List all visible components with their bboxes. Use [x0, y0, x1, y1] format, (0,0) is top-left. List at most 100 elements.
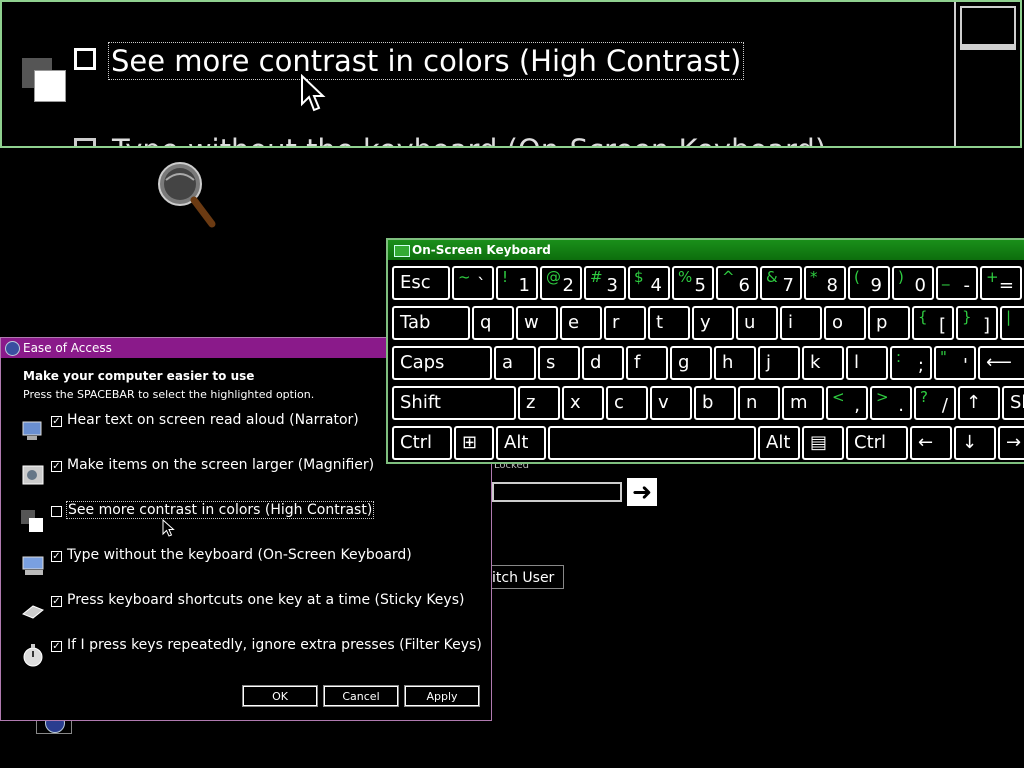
key-i[interactable]: i: [780, 306, 822, 340]
key-z[interactable]: z: [518, 386, 560, 420]
key-label: ;: [917, 355, 924, 376]
key-a[interactable]: a: [494, 346, 536, 380]
ok-button[interactable]: OK: [242, 685, 318, 707]
key-2[interactable]: @2: [540, 266, 582, 300]
keyboard-icon: [22, 556, 44, 575]
magnifier-icon: [22, 465, 44, 485]
key-p[interactable]: p: [868, 306, 910, 340]
key-;[interactable]: :;: [890, 346, 932, 380]
osk-title: On-Screen Keyboard: [412, 243, 551, 257]
key-9[interactable]: (9: [848, 266, 890, 300]
key-o[interactable]: o: [824, 306, 866, 340]
password-field[interactable]: [492, 482, 622, 502]
key-j[interactable]: j: [758, 346, 800, 380]
option-filter-keys[interactable]: ✓ If I press keys repeatedly, ignore ext…: [21, 637, 482, 671]
option-on-screen-keyboard[interactable]: ✓ Type without the keyboard (On-Screen K…: [21, 547, 481, 581]
key-=[interactable]: + =: [980, 266, 1022, 300]
key-x[interactable]: x: [562, 386, 604, 420]
magnifier-scrollbar[interactable]: [954, 2, 1020, 146]
key-m[interactable]: m: [782, 386, 824, 420]
option-high-contrast[interactable]: See more contrast in colors (High Contra…: [21, 501, 481, 536]
switch-user-button[interactable]: itch User: [492, 565, 564, 589]
submit-arrow-button[interactable]: ➜: [627, 478, 657, 506]
key-6[interactable]: ^ 6: [716, 266, 758, 300]
key-Shift[interactable]: Shift: [392, 386, 516, 420]
key-,[interactable]: <,: [826, 386, 868, 420]
key-.[interactable]: >.: [870, 386, 912, 420]
cancel-button[interactable]: Cancel: [323, 685, 399, 707]
checkbox-narrator[interactable]: ✓: [51, 416, 62, 427]
key-t[interactable]: t: [648, 306, 690, 340]
key-[[interactable]: {[: [912, 306, 954, 340]
key-shift-label: :: [896, 348, 902, 366]
key-d[interactable]: d: [582, 346, 624, 380]
magnified-label-high-contrast: See more contrast in colors (High Contra…: [108, 42, 745, 80]
key-Alt[interactable]: Alt: [758, 426, 800, 460]
key-Shift[interactable]: Shift: [1002, 386, 1024, 420]
key-e[interactable]: e: [560, 306, 602, 340]
key-n[interactable]: n: [738, 386, 780, 420]
key-k[interactable]: k: [802, 346, 844, 380]
key-Ctrl[interactable]: Ctrl: [846, 426, 908, 460]
checkbox-on-screen-keyboard[interactable]: ✓: [51, 551, 62, 562]
key-label: .: [898, 395, 904, 416]
key-u[interactable]: u: [736, 306, 778, 340]
dialog-subheading: Press the SPACEBAR to select the highlig…: [23, 388, 315, 401]
key-label: 7: [782, 275, 794, 296]
key-h[interactable]: h: [714, 346, 756, 380]
key-f[interactable]: f: [626, 346, 668, 380]
key-Caps[interactable]: Caps: [392, 346, 492, 380]
key-Alt[interactable]: Alt: [496, 426, 546, 460]
key-\[interactable]: |\: [1000, 306, 1024, 340]
key-][interactable]: }]: [956, 306, 998, 340]
keyboard-icon: [394, 245, 410, 257]
key-l[interactable]: l: [846, 346, 888, 380]
option-magnifier[interactable]: ✓ Make items on the screen larger (Magni…: [21, 457, 481, 491]
checkbox-filter-keys[interactable]: ✓: [51, 641, 62, 652]
key-r[interactable]: r: [604, 306, 646, 340]
key-v[interactable]: v: [650, 386, 692, 420]
key-q[interactable]: q: [472, 306, 514, 340]
key-⊞[interactable]: ⊞: [454, 426, 494, 460]
key-←[interactable]: ←: [910, 426, 952, 460]
key-label: g: [678, 352, 690, 373]
magnified-checkbox: [74, 48, 96, 70]
key-5[interactable]: % 5: [672, 266, 714, 300]
key-4[interactable]: $4: [628, 266, 670, 300]
key-8[interactable]: * 8: [804, 266, 846, 300]
key-y[interactable]: y: [692, 306, 734, 340]
magnifier-glass-icon[interactable]: [156, 160, 220, 230]
key-↑[interactable]: ↑: [958, 386, 1000, 420]
key-Esc[interactable]: Esc: [392, 266, 450, 300]
key-▤[interactable]: ▤: [802, 426, 844, 460]
key-label: b: [702, 392, 714, 413]
key-shift-label: &: [766, 268, 778, 286]
key--[interactable]: _ -: [936, 266, 978, 300]
key-space[interactable]: [548, 426, 756, 460]
key-/[interactable]: ? /: [914, 386, 956, 420]
key-`[interactable]: ~ `: [452, 266, 494, 300]
checkbox-high-contrast[interactable]: [51, 506, 62, 517]
key-1[interactable]: ! 1: [496, 266, 538, 300]
key-⟵[interactable]: ⟵: [978, 346, 1024, 380]
checkbox-sticky-keys[interactable]: ✓: [51, 596, 62, 607]
key-s[interactable]: s: [538, 346, 580, 380]
scrollbar-thumb[interactable]: [960, 6, 1016, 50]
key-→[interactable]: →: [998, 426, 1024, 460]
key-0[interactable]: ) 0: [892, 266, 934, 300]
key-7[interactable]: & 7: [760, 266, 802, 300]
key-b[interactable]: b: [694, 386, 736, 420]
key-↓[interactable]: ↓: [954, 426, 996, 460]
key-c[interactable]: c: [606, 386, 648, 420]
option-sticky-keys[interactable]: ✓ Press keyboard shortcuts one key at a …: [21, 592, 481, 626]
key-Tab[interactable]: Tab: [392, 306, 470, 340]
key-g[interactable]: g: [670, 346, 712, 380]
key-'[interactable]: " ': [934, 346, 976, 380]
checkbox-magnifier[interactable]: ✓: [51, 461, 62, 472]
key-label: d: [590, 352, 602, 373]
apply-button[interactable]: Apply: [404, 685, 480, 707]
key-w[interactable]: w: [516, 306, 558, 340]
key-Ctrl[interactable]: Ctrl: [392, 426, 452, 460]
key-3[interactable]: #3: [584, 266, 626, 300]
cursor-icon: [301, 74, 326, 112]
